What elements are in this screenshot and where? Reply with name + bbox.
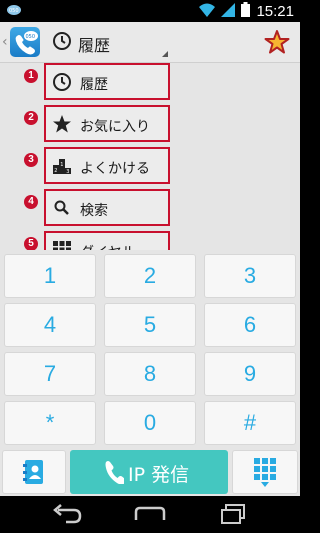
key-7[interactable]: 7 [4, 352, 96, 396]
phone-icon [102, 460, 126, 488]
content-area: 1 履歴 2 お気に入り 3 213 よくかける 4 検索 5 [0, 63, 300, 268]
back-icon[interactable] [52, 504, 82, 528]
clock-icon [52, 31, 72, 55]
svg-text:1: 1 [60, 162, 63, 168]
ip-call-button[interactable]: IP 発信 [70, 450, 228, 494]
ip-call-label: IP 発信 [128, 464, 190, 486]
menu-item-history[interactable]: 履歴 [44, 63, 170, 100]
wifi-icon [199, 2, 216, 21]
key-8[interactable]: 8 [104, 352, 196, 396]
key-3[interactable]: 3 [204, 254, 296, 298]
star-icon [52, 114, 72, 134]
menu-item-label: 検索 [80, 203, 108, 219]
number-badge-4: 4 [24, 195, 38, 209]
bottom-action-row: IP 発信 [0, 448, 300, 496]
notification-app-icon: 050 [6, 3, 22, 19]
svg-text:050: 050 [9, 8, 19, 14]
menu-item-label: 履歴 [80, 77, 108, 93]
key-star[interactable]: * [4, 401, 96, 445]
action-bar: ‹ 050 履歴 [0, 22, 300, 63]
contacts-button[interactable] [2, 450, 66, 494]
menu-item-frequent[interactable]: 213 よくかける [44, 147, 170, 184]
navigation-bar [0, 496, 300, 533]
favorites-star-button[interactable] [264, 29, 290, 59]
menu-item-label: お気に入り [80, 119, 150, 135]
contacts-book-icon [23, 459, 45, 489]
search-icon [52, 198, 72, 218]
svg-text:3: 3 [66, 169, 69, 175]
spinner-title: 履歴 [78, 36, 111, 55]
key-hash[interactable]: # [204, 401, 296, 445]
key-9[interactable]: 9 [204, 352, 296, 396]
menu-item-label: よくかける [80, 161, 150, 177]
number-badge-3: 3 [24, 153, 38, 167]
menu-item-favorites[interactable]: お気に入り [44, 105, 170, 142]
app-logo-icon[interactable]: 050 [10, 27, 40, 57]
key-1[interactable]: 1 [4, 254, 96, 298]
recent-apps-icon[interactable] [220, 504, 246, 528]
back-caret-icon[interactable]: ‹ [2, 34, 8, 50]
view-spinner[interactable]: 履歴 [48, 22, 170, 63]
status-time: 15:21 [256, 2, 294, 20]
home-icon[interactable] [134, 504, 166, 528]
dial-keypad: 1 2 3 4 5 6 7 8 9 * 0 # [0, 250, 300, 448]
number-badge-1: 1 [24, 69, 38, 83]
spinner-indicator-icon [162, 51, 168, 57]
menu-item-search[interactable]: 検索 [44, 189, 170, 226]
key-6[interactable]: 6 [204, 303, 296, 347]
key-2[interactable]: 2 [104, 254, 196, 298]
svg-text:2: 2 [54, 168, 57, 174]
clock-icon [52, 72, 72, 92]
number-badge-5: 5 [24, 237, 38, 251]
dialpad-grid-icon [254, 458, 276, 492]
key-0[interactable]: 0 [104, 401, 196, 445]
key-4[interactable]: 4 [4, 303, 96, 347]
svg-text:050: 050 [26, 34, 36, 40]
battery-icon [241, 1, 251, 21]
signal-icon [221, 2, 236, 21]
dialpad-toggle-button[interactable] [232, 450, 298, 494]
ranking-podium-icon: 213 [52, 156, 72, 176]
key-5[interactable]: 5 [104, 303, 196, 347]
number-badge-2: 2 [24, 111, 38, 125]
status-bar: 050 15:21 [0, 0, 300, 22]
